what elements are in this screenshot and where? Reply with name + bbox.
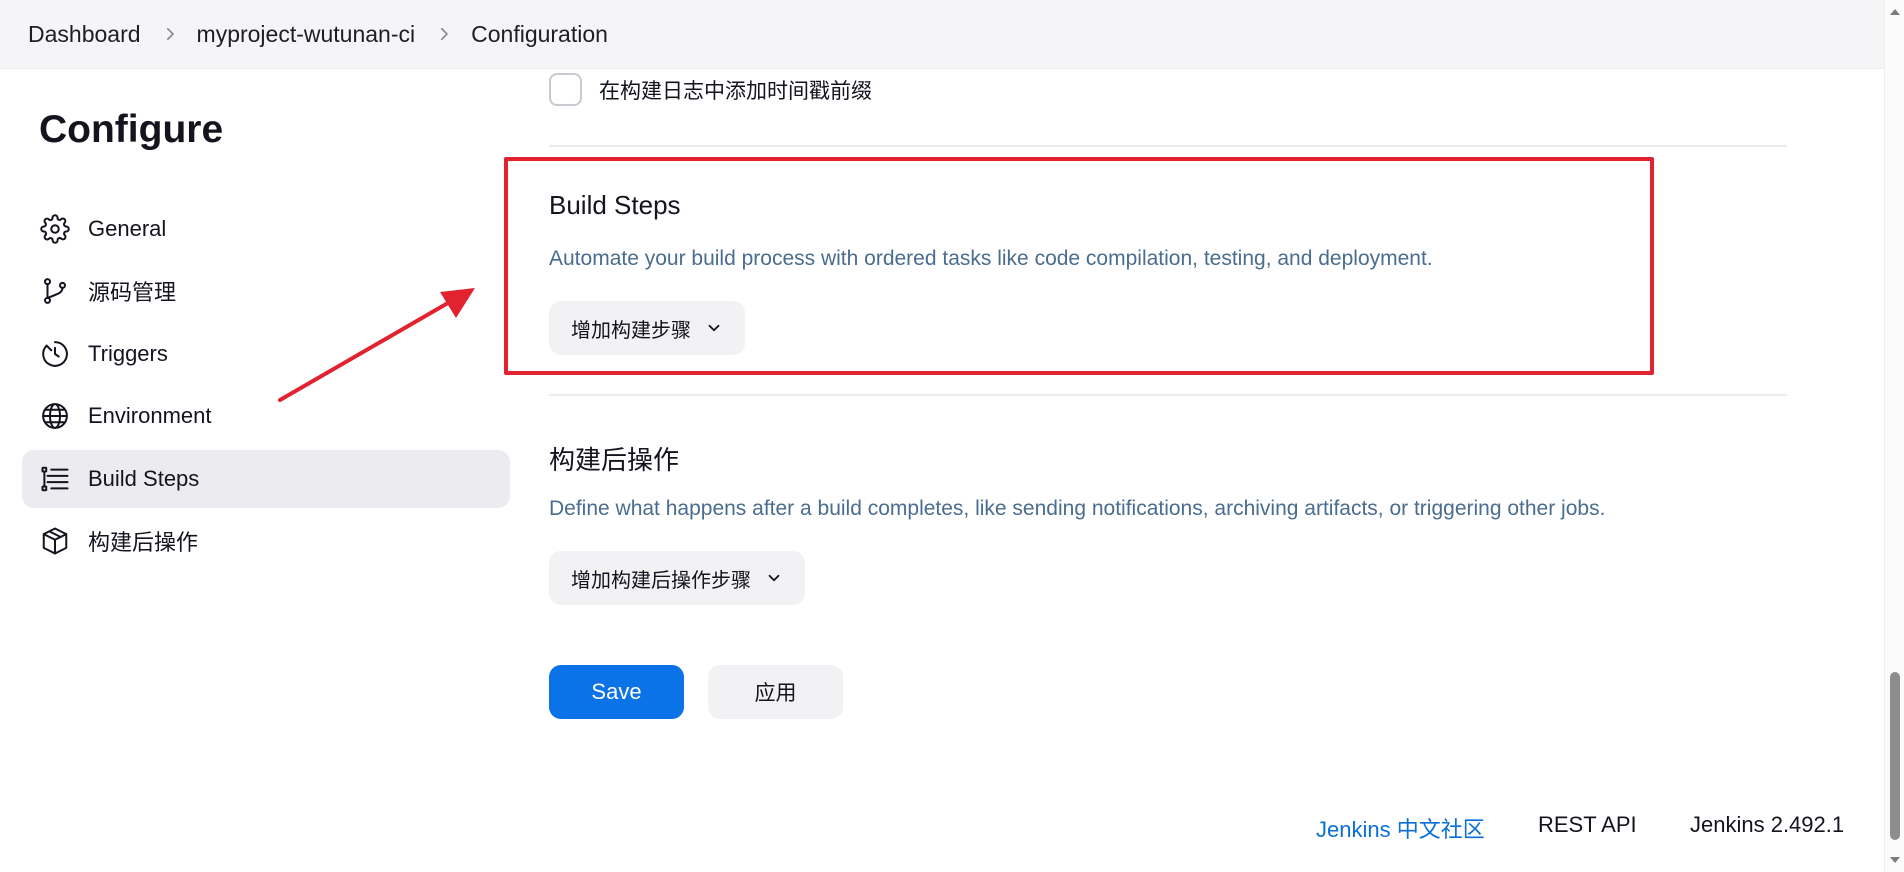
add-build-step-button[interactable]: 增加构建步骤 <box>549 301 745 355</box>
sidebar-item-label: 源码管理 <box>88 280 177 305</box>
timestamp-checkbox[interactable] <box>549 73 582 106</box>
sidebar-item-label: 构建后操作 <box>88 530 199 555</box>
chevron-right-icon <box>161 25 179 43</box>
globe-icon <box>40 401 70 431</box>
vertical-scrollbar[interactable] <box>1884 0 1904 872</box>
scroll-up-arrow-icon[interactable] <box>1889 6 1901 18</box>
chevron-down-icon <box>708 324 720 332</box>
list-icon <box>40 464 70 494</box>
package-icon <box>40 526 70 556</box>
sidebar-item-label: Triggers <box>88 341 168 366</box>
apply-button[interactable]: 应用 <box>708 665 843 719</box>
sidebar-item-post-build[interactable]: 构建后操作 <box>22 512 510 570</box>
add-build-step-label: 增加构建步骤 <box>571 319 691 342</box>
sidebar-item-build-steps[interactable]: Build Steps <box>22 450 510 508</box>
sidebar-item-label: Build Steps <box>88 466 200 491</box>
add-post-build-step-button[interactable]: 增加构建后操作步骤 <box>549 551 805 605</box>
section-divider <box>549 145 1787 147</box>
breadcrumb: Dashboard myproject-wutunan-ci Configura… <box>0 0 1884 69</box>
post-build-title: 构建后操作 <box>549 445 680 475</box>
build-steps-description: Automate your build process with ordered… <box>549 247 1433 270</box>
sidebar-title: Configure <box>39 108 224 151</box>
clock-icon <box>40 339 70 369</box>
chevron-right-icon <box>435 25 453 43</box>
footer-community-link[interactable]: Jenkins 中文社区 <box>1316 812 1485 844</box>
scroll-down-arrow-icon[interactable] <box>1889 854 1901 866</box>
breadcrumb-dashboard[interactable]: Dashboard <box>28 21 141 48</box>
timestamp-option: 在构建日志中添加时间戳前缀 <box>549 73 872 106</box>
build-steps-title: Build Steps <box>549 190 681 220</box>
chevron-down-icon <box>768 574 780 582</box>
breadcrumb-project[interactable]: myproject-wutunan-ci <box>197 21 416 48</box>
sidebar-item-scm[interactable]: 源码管理 <box>22 262 510 320</box>
sidebar-item-label: Environment <box>88 403 212 428</box>
timestamp-checkbox-label: 在构建日志中添加时间戳前缀 <box>599 79 872 103</box>
branch-icon <box>40 276 70 306</box>
sidebar-item-general[interactable]: General <box>22 200 510 258</box>
sidebar-item-environment[interactable]: Environment <box>22 387 510 445</box>
add-post-build-step-label: 增加构建后操作步骤 <box>571 569 751 592</box>
sidebar-item-triggers[interactable]: Triggers <box>22 325 510 383</box>
section-divider <box>549 394 1787 396</box>
sidebar-item-label: General <box>88 216 167 241</box>
gear-icon <box>40 214 70 244</box>
save-button[interactable]: Save <box>549 665 684 719</box>
footer-version-link[interactable]: Jenkins 2.492.1 <box>1690 812 1844 838</box>
post-build-description: Define what happens after a build comple… <box>549 497 1606 520</box>
breadcrumb-configuration[interactable]: Configuration <box>471 21 608 48</box>
footer-rest-api-link[interactable]: REST API <box>1538 812 1637 838</box>
scrollbar-thumb[interactable] <box>1890 672 1900 840</box>
